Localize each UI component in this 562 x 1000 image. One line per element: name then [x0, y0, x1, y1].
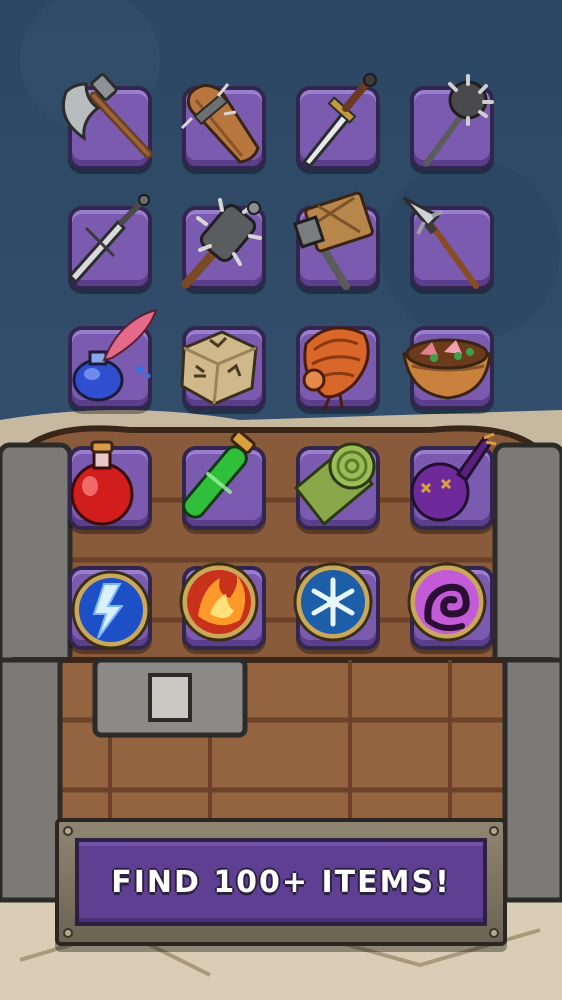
wooden-club-icon — [180, 83, 260, 164]
inventory-slot[interactable] — [284, 73, 382, 172]
fire-rune-icon — [179, 562, 259, 642]
scroll-roll-icon — [293, 442, 376, 527]
inventory-slot[interactable] — [170, 74, 268, 172]
inventory-slot[interactable] — [56, 308, 158, 412]
banner-rivet — [63, 826, 73, 836]
red-potion-icon — [70, 440, 134, 526]
battle-axe-icon — [61, 73, 153, 159]
rune-die-icon — [180, 330, 258, 406]
spiked-mace-icon — [181, 198, 262, 289]
banner-rivet — [63, 928, 73, 938]
banner-text: FIND 100+ ITEMS! — [111, 864, 451, 900]
inventory-slot[interactable] — [398, 314, 496, 412]
inventory-slot[interactable] — [398, 74, 496, 172]
green-vial-icon — [182, 430, 256, 519]
inventory-grid — [56, 68, 506, 658]
banner-panel: FIND 100+ ITEMS! — [75, 838, 487, 926]
purple-pouch-icon — [410, 432, 497, 522]
shadow-rune-icon — [407, 562, 487, 642]
inventory-slot[interactable] — [284, 314, 382, 412]
long-sword-icon — [67, 194, 150, 285]
inventory-slot[interactable] — [284, 554, 382, 652]
short-sword-icon — [301, 73, 377, 168]
ink-quill-icon — [72, 308, 158, 402]
inventory-slot[interactable] — [284, 191, 382, 292]
frost-rune-icon — [293, 562, 373, 642]
promo-banner: FIND 100+ ITEMS! — [55, 818, 507, 946]
inventory-slot[interactable] — [398, 194, 496, 292]
inventory-slot[interactable] — [56, 194, 154, 292]
lightning-rune-icon — [71, 570, 151, 650]
inventory-slot[interactable] — [170, 554, 268, 652]
spear-icon — [402, 196, 479, 289]
banner-rivet — [489, 928, 499, 938]
shell-creature-icon — [302, 326, 370, 411]
inventory-slot[interactable] — [56, 554, 154, 652]
war-hammer-icon — [292, 191, 374, 290]
inventory-slot[interactable] — [170, 314, 268, 412]
inventory-slot[interactable] — [398, 432, 497, 532]
inventory-slot[interactable] — [284, 434, 382, 532]
banner-rivet — [489, 826, 499, 836]
morning-star-icon — [423, 74, 494, 167]
food-bowl-icon — [402, 338, 492, 400]
inventory-slot[interactable] — [170, 430, 268, 532]
inventory-slot[interactable] — [398, 554, 496, 652]
inventory-slot[interactable] — [170, 194, 268, 292]
inventory-slot[interactable] — [56, 73, 154, 172]
inventory-slot[interactable] — [56, 434, 154, 532]
